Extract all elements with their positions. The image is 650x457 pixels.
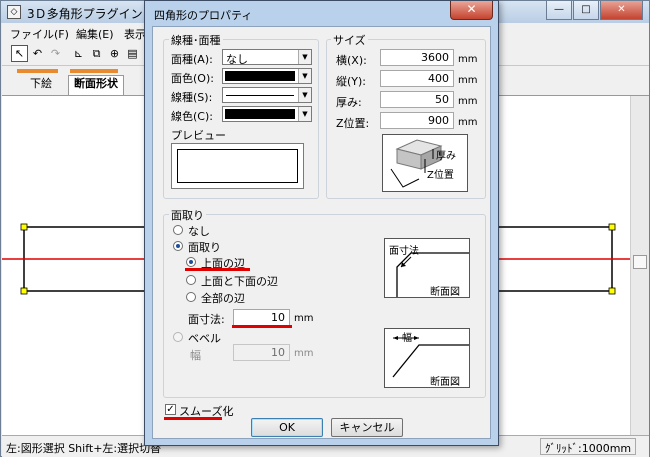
shape-tool-icon[interactable]: ⊾ [70, 45, 87, 62]
chamfer-diagram: 面寸法 断面図 [384, 238, 470, 298]
redo-icon[interactable]: ↷ [47, 45, 64, 62]
dialog-close-button[interactable]: ✕ [450, 1, 493, 20]
maximize-button[interactable]: □ [573, 1, 599, 20]
tab-cross-section[interactable]: 断面形状 [68, 75, 124, 95]
selection-handle [20, 223, 28, 231]
highlight-underline [232, 325, 292, 328]
z-position-input[interactable]: 900 [380, 112, 454, 129]
dialog-title-bar: 四角形のプロパティ ✕ [145, 1, 498, 25]
cancel-button[interactable]: キャンセル [331, 418, 403, 437]
bevel-label: ベベル [188, 332, 221, 345]
minimize-button[interactable]: — [546, 1, 572, 20]
select-arrow-icon[interactable]: ↖ [11, 45, 28, 62]
diagram-chamfer-size-label: 面寸法 [389, 246, 419, 257]
z-position-unit: mm [458, 117, 478, 128]
color-swatch [225, 71, 295, 81]
thickness-unit: mm [458, 96, 478, 107]
app-icon: ◇ [7, 5, 21, 19]
line-type-combo[interactable]: ▼ [222, 87, 312, 103]
preview-box [171, 143, 304, 189]
fill-type-combo[interactable]: なし ▼ [222, 49, 312, 66]
vertical-scrollbar[interactable] [630, 96, 649, 435]
layer-tool-icon[interactable]: ▤ [124, 45, 141, 62]
chamfer-size-input[interactable]: 10 [233, 309, 290, 326]
status-hint: 左:図形選択 Shift+左:選択切替 [6, 442, 162, 455]
line-color-combo[interactable]: ▼ [222, 106, 312, 122]
main-close-button[interactable]: ✕ [600, 1, 643, 20]
z-position-label: Z位置: [336, 117, 370, 130]
menu-file[interactable]: ファイル(F) [10, 26, 69, 42]
size-diagram: 厚み Z位置 [382, 134, 468, 192]
zoom-tool-icon[interactable]: ⊕ [106, 45, 123, 62]
chamfer-top-bottom-radio[interactable] [186, 275, 196, 285]
line-type-label: 線種(S): [171, 91, 213, 104]
diagram-bevel-width-label: 幅 [402, 333, 412, 344]
chamfer-size-label: 面寸法: [188, 313, 225, 326]
tab-indicator [70, 69, 118, 73]
width-unit: mm [458, 54, 478, 65]
preview-rectangle [177, 149, 298, 183]
thickness-input[interactable]: 50 [380, 91, 454, 108]
chamfer-top-bottom-label: 上面と下面の辺 [201, 275, 278, 288]
dialog-body: 線種･面種 面種(A): なし ▼ 面色(O): ▼ 線種(S): ▼ 線色(C… [152, 26, 491, 439]
preview-label: プレビュー [171, 129, 226, 142]
chamfer-all-edges-radio[interactable] [186, 292, 196, 302]
tab-underlay[interactable]: 下絵 [16, 76, 66, 94]
fill-type-value: なし [226, 53, 248, 66]
selection-handle [608, 223, 616, 231]
highlight-underline [164, 417, 222, 420]
bevel-diagram: 幅 断面図 [384, 328, 470, 388]
chevron-down-icon: ▼ [298, 107, 311, 121]
undo-icon[interactable]: ↶ [29, 45, 46, 62]
selection-handle [20, 287, 28, 295]
thickness-label: 厚み: [336, 96, 362, 109]
smooth-checkbox[interactable]: ✓ [165, 404, 176, 415]
chevron-down-icon: ▼ [298, 69, 311, 83]
ok-button[interactable]: OK [251, 418, 323, 437]
width-input[interactable]: 3600 [380, 49, 454, 66]
line-color-label: 線色(C): [171, 110, 213, 123]
bevel-width-input[interactable]: 10 [233, 344, 290, 361]
fill-color-combo[interactable]: ▼ [222, 68, 312, 84]
width-label: 横(X): [336, 54, 367, 67]
fill-color-label: 面色(O): [171, 72, 214, 85]
depth-unit: mm [458, 75, 478, 86]
box-3d-icon [390, 139, 443, 188]
bevel-radio[interactable] [173, 332, 183, 342]
chamfer-radio[interactable] [173, 241, 183, 251]
size-group-label: サイズ [331, 32, 368, 48]
diagram-section-label: 断面図 [430, 287, 460, 298]
menu-edit[interactable]: 編集(E) [76, 26, 114, 42]
depth-label: 縦(Y): [336, 75, 367, 88]
chevron-down-icon: ▼ [298, 50, 311, 64]
chamfer-label: 面取り [188, 241, 221, 254]
grid-size-status: ｸﾞﾘｯﾄﾞ:1000mm [540, 438, 637, 455]
line-fill-group-label: 線種･面種 [169, 32, 223, 48]
chamfer-group-label: 面取り [169, 207, 206, 223]
diagram-section-label: 断面図 [430, 377, 460, 388]
chamfer-none-radio[interactable] [173, 225, 183, 235]
highlight-underline [185, 268, 250, 271]
dialog-title: 四角形のプロパティ [154, 9, 253, 22]
line-style-sample [226, 95, 294, 96]
bevel-width-unit: mm [294, 348, 314, 359]
scrollbar-thumb[interactable] [633, 255, 647, 269]
rectangle-properties-dialog: 四角形のプロパティ ✕ 線種･面種 面種(A): なし ▼ 面色(O): ▼ 線… [144, 0, 499, 446]
main-window-title: 3Ｄ多角形プラグイン [27, 7, 143, 21]
chamfer-top-edge-radio[interactable] [186, 257, 196, 267]
color-swatch [225, 109, 295, 119]
depth-input[interactable]: 400 [380, 70, 454, 87]
chevron-down-icon: ▼ [298, 88, 311, 102]
tab-indicator [17, 69, 58, 73]
selection-handle [608, 287, 616, 295]
chamfer-size-unit: mm [294, 313, 314, 324]
copy-tool-icon[interactable]: ⧉ [88, 45, 105, 62]
chamfer-none-label: なし [188, 225, 210, 238]
fill-type-label: 面種(A): [171, 53, 213, 66]
diagram-z-label: Z位置 [427, 170, 454, 181]
diagram-thickness-label: 厚み [436, 151, 456, 162]
chamfer-all-edges-label: 全部の辺 [201, 292, 245, 305]
bevel-width-label: 幅 [190, 349, 201, 362]
